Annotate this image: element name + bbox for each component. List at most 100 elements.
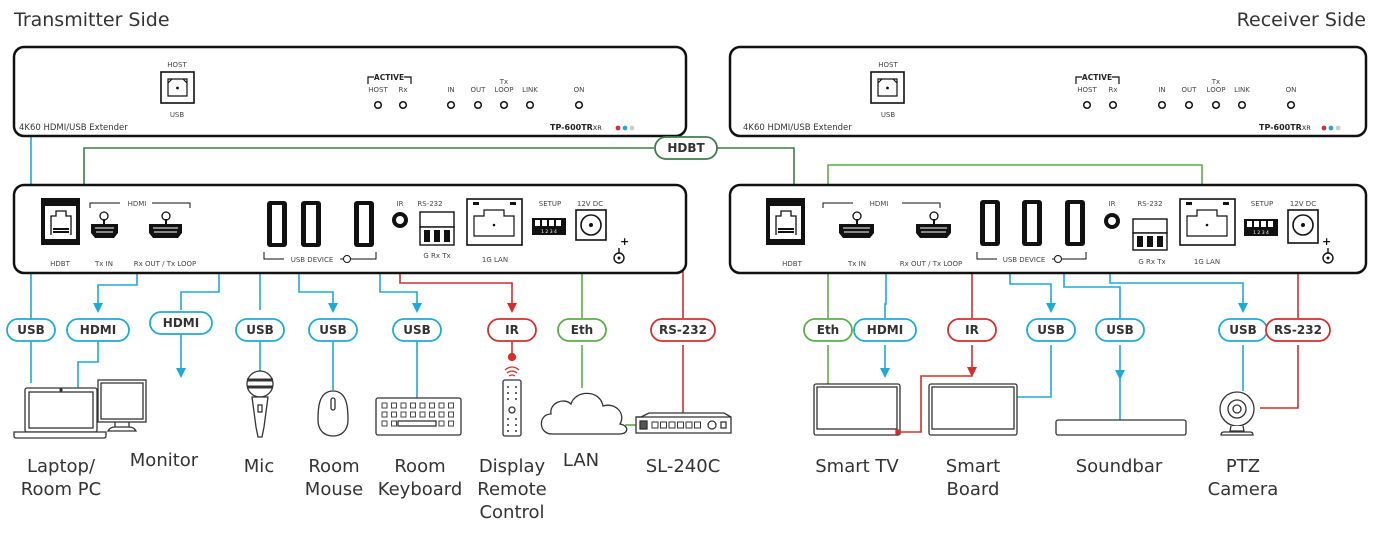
led-out [473, 100, 483, 110]
rx-setup-dip-switch[interactable]: 1 2 3 4 [1244, 219, 1278, 236]
rx-ir-label: IR [1109, 200, 1116, 208]
ir-port-label: IR [397, 200, 404, 208]
transmitter-devices [13, 352, 732, 439]
rx-host-label: HOST [878, 61, 898, 69]
rs232-port[interactable] [419, 211, 455, 246]
label-room-keyboard-line2: Keyboard [378, 479, 463, 500]
led-host [373, 100, 383, 110]
rx-tx-in-label: Tx IN [847, 260, 866, 268]
svg-text:RS-232: RS-232 [659, 323, 707, 337]
rx-usb-device-ports[interactable] [980, 200, 1085, 246]
hdbt-port-label: HDBT [50, 260, 70, 268]
rx-out-label: Rx OUT / Tx LOOP [134, 260, 196, 268]
tx-pill-usb: USB [235, 318, 285, 342]
rx-led-label-on: ON [1286, 86, 1297, 94]
rx-pill-ir: IR [947, 318, 997, 342]
ir-receiver-dot [895, 429, 901, 435]
ptz-camera-icon [1219, 391, 1255, 436]
rs232-pin-labels: G Rx Tx [423, 252, 450, 260]
tx-pill-rs232: RS-232 [650, 318, 716, 342]
label-smart-board: Smart [946, 456, 1000, 477]
label-ptz-camera-line2: Camera [1208, 479, 1279, 500]
rx-rs232-pin-labels: G Rx Tx [1138, 258, 1165, 266]
tx-pill-ir: IR [487, 318, 537, 342]
hdmi-group-label: HDMI [128, 200, 147, 208]
dc-power-port[interactable] [575, 209, 607, 241]
mouse-icon [317, 390, 349, 437]
rx-ir-port[interactable] [1104, 213, 1120, 229]
ir-port[interactable] [392, 212, 408, 228]
label-room-mouse-line2: Mouse [305, 479, 363, 500]
rx-usb-label: USB [881, 111, 896, 119]
led-label-link: LINK [522, 86, 538, 94]
receiver-device-labels: Smart TV Smart Board Soundbar PTZ Camera [815, 456, 1278, 500]
svg-text:USB: USB [246, 323, 274, 337]
tx-in-label: Tx IN [94, 260, 113, 268]
microphone-icon [246, 370, 274, 438]
label-mic: Mic [244, 456, 274, 477]
rx-pill-usb: USB [1026, 318, 1076, 342]
lan-port-label: 1G LAN [482, 256, 508, 264]
rx-pill-eth: Eth [803, 318, 853, 342]
av-extender-diagram: Transmitter Side Receiver Side HOST USB … [6, 9, 1368, 523]
monitor-icon [97, 379, 147, 432]
rs232-port-label: RS-232 [417, 200, 442, 208]
label-room-keyboard: Room [394, 456, 445, 477]
receiver-rear-panel: HDBT HDMI Tx IN Rx OUT / Tx LOOP USB DEV… [728, 183, 1368, 275]
svg-text:1 2 3 4: 1 2 3 4 [541, 229, 557, 235]
hdbt-port[interactable] [41, 198, 80, 245]
svg-text:1 2 3 4: 1 2 3 4 [1253, 230, 1269, 236]
rx-usb-board-wire-lower [1016, 345, 1052, 398]
svg-text:USB: USB [1229, 323, 1257, 337]
lan-port[interactable] [466, 198, 523, 246]
sl240c-controller-icon [635, 412, 732, 434]
led-label-in: IN [447, 86, 454, 94]
setup-label: SETUP [539, 200, 562, 208]
svg-text:+: + [1322, 235, 1331, 248]
signal-pills: USB HDMI HDMI USB USB USB IR Eth RS-232 Eth HDMI IR… [6, 311, 1331, 342]
rx-led-label-out: OUT [1182, 86, 1198, 94]
setup-dip-switch[interactable]: 1 2 3 4 [532, 218, 566, 235]
rx-rs232-port[interactable] [1132, 218, 1168, 251]
usb-power-icon [343, 255, 351, 263]
led-label-host: HOST [368, 86, 388, 94]
svg-text:HDMI: HDMI [867, 323, 903, 337]
tx-pill-eth: Eth [557, 318, 607, 342]
rx-pill-hdmi: HDMI [853, 318, 917, 342]
label-display-remote: Display [479, 456, 546, 477]
receiver-front-panel: HOST USB 4K60 HDMI/USB Extender ACTIVE H… [728, 45, 1368, 138]
keyboard-icon [375, 397, 462, 436]
svg-text:USB: USB [17, 323, 45, 337]
svg-text:USB: USB [319, 323, 347, 337]
rx-led-label-host: HOST [1077, 86, 1097, 94]
led-label-rx: Rx [398, 86, 407, 94]
rx-dc-power-port[interactable] [1287, 209, 1319, 244]
usb-device-ports[interactable] [267, 201, 374, 247]
usb-label: USB [170, 111, 185, 119]
label-smart-board-line2: Board [947, 479, 1000, 500]
svg-text:Eth: Eth [817, 323, 839, 337]
label-sl240c: SL-240C [646, 456, 721, 477]
svg-text:Eth: Eth [571, 323, 593, 337]
smart-board-icon [928, 383, 1018, 436]
led-in [446, 100, 456, 110]
rx-model-label: TP-600TRXR [1259, 123, 1311, 132]
usb-b-port[interactable] [160, 71, 195, 104]
led-label-tx: Tx [499, 78, 508, 86]
rx-usb-b-port[interactable] [870, 71, 905, 104]
rx-led-label-in: IN [1158, 86, 1165, 94]
svg-text:RS-232: RS-232 [1274, 323, 1322, 337]
tx-pill-usb: USB [392, 318, 442, 342]
led-loop [499, 100, 509, 110]
led-label-on: ON [574, 86, 585, 94]
led-rx [398, 100, 408, 110]
host-label: HOST [167, 61, 187, 69]
rx-rx-out-label: Rx OUT / Tx LOOP [900, 260, 962, 268]
svg-text:IR: IR [505, 323, 519, 337]
rx-hdbt-port[interactable] [766, 198, 805, 245]
transmitter-rear-panel: HDBT HDMI Tx IN Rx OUT / Tx LOOP USB DEV… [12, 183, 688, 275]
rx-lan-port[interactable] [1179, 198, 1236, 246]
label-display-remote-line3: Control [479, 502, 544, 523]
label-monitor: Monitor [130, 450, 199, 471]
lan-cloud-icon [540, 392, 628, 435]
